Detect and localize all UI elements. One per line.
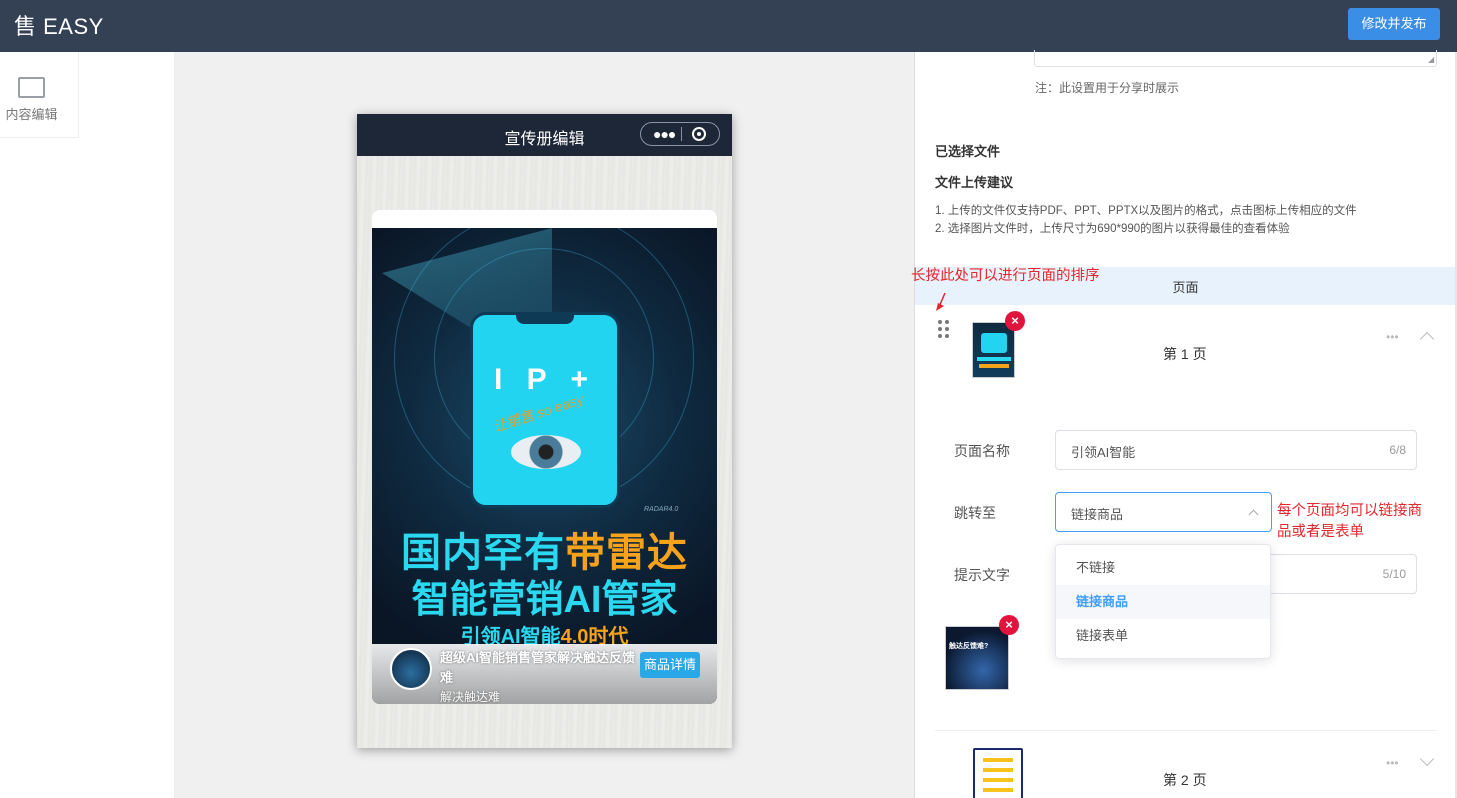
- chevron-up-icon[interactable]: [1419, 331, 1435, 347]
- jump-to-select[interactable]: 链接商品: [1055, 492, 1272, 532]
- phone-preview: 宣传册编辑 ●●● I P + 让销售 so easy RADAR4.0 国内罕…: [357, 114, 732, 748]
- eye-graphic: [511, 435, 581, 469]
- poster-radar-label: RADAR4.0: [644, 506, 679, 513]
- chevron-down-icon[interactable]: [1419, 751, 1435, 767]
- page-thumbnail[interactable]: [972, 322, 1015, 378]
- product-title: 超级AI智能销售管家解决触达反馈难: [440, 650, 636, 685]
- jump-to-dropdown: 不链接 链接商品 链接表单: [1055, 544, 1271, 659]
- page-label: 第 2 页: [1163, 772, 1207, 788]
- left-sidebar-bg-top: [79, 52, 174, 138]
- dropdown-option-link-product[interactable]: 链接商品: [1056, 585, 1270, 619]
- drag-handle-icon[interactable]: [936, 320, 950, 342]
- phone-notch: [516, 312, 574, 324]
- frame-icon: [18, 77, 45, 98]
- more-options-icon[interactable]: •••: [1386, 756, 1399, 770]
- phone-title-bar: 宣传册编辑 ●●●: [357, 114, 732, 156]
- selected-file-heading: 已选择文件: [935, 144, 1001, 159]
- poster-phone-graphic: I P + 让销售 so easy: [470, 312, 620, 508]
- dropdown-option-link-form[interactable]: 链接表单: [1056, 619, 1270, 653]
- page-thumbnail[interactable]: [973, 748, 1023, 798]
- upload-advice-heading: 文件上传建议: [935, 175, 1014, 190]
- top-bar: 售 EASY 修改并发布: [0, 0, 1457, 52]
- tip-image-thumbnail[interactable]: 触达反馈难?: [945, 626, 1009, 690]
- left-sidebar-bg: [0, 138, 174, 798]
- upload-advice-2: 2. 选择图片文件时，上传尺寸为690*990的图片以获得最佳的查看体验: [935, 223, 1290, 235]
- sidebar-item-label: 内容编辑: [5, 107, 58, 122]
- product-subtitle: 解决触达难: [440, 690, 501, 704]
- close-target-icon[interactable]: [692, 127, 706, 141]
- more-icon[interactable]: ●●●: [653, 126, 676, 142]
- sort-hint-annotation: 长按此处可以进行页面的排序: [911, 268, 1100, 284]
- share-description-textarea[interactable]: ◢: [1034, 50, 1437, 67]
- upload-advice-1: 1. 上传的文件仅支持PDF、PPT、PPTX以及图片的格式，点击图标上传相应的…: [935, 205, 1357, 217]
- more-options-icon[interactable]: •••: [1386, 330, 1399, 344]
- chevron-up-icon: [1248, 509, 1259, 520]
- miniprogram-capsule[interactable]: ●●●: [640, 122, 720, 146]
- product-overlay: 超级AI智能销售管家解决触达反馈难 解决触达难 商品详情: [372, 644, 717, 704]
- capsule-divider: [681, 127, 682, 141]
- settings-panel: ◢ 注：此设置用于分享时展示 已选择文件 文件上传建议 1. 上传的文件仅支持P…: [914, 50, 1457, 798]
- product-avatar: [390, 648, 432, 690]
- sidebar-item-content-edit[interactable]: 内容编辑: [0, 52, 79, 138]
- tip-text-label: 提示文字: [954, 567, 1010, 583]
- page-name-label: 页面名称: [954, 443, 1010, 459]
- dropdown-option-no-link[interactable]: 不链接: [1056, 551, 1270, 585]
- share-note: 注：此设置用于分享时展示: [1035, 81, 1180, 95]
- link-hint-annotation-1: 每个页面均可以链接商: [1277, 503, 1422, 519]
- poster-ip-text: I P +: [494, 363, 596, 396]
- tip-image-text: 触达反馈难?: [949, 643, 989, 650]
- product-detail-button[interactable]: 商品详情: [640, 652, 700, 678]
- divider: [935, 730, 1437, 731]
- publish-button[interactable]: 修改并发布: [1348, 8, 1440, 40]
- page-name-counter: 6/8: [1389, 443, 1406, 457]
- resize-handle-icon[interactable]: ◢: [1428, 55, 1434, 64]
- delete-image-icon[interactable]: ×: [999, 615, 1019, 635]
- arrow-icon: [936, 293, 946, 311]
- page-name-input[interactable]: 引领AI智能 6/8: [1055, 430, 1417, 470]
- page-card[interactable]: I P + 让销售 so easy RADAR4.0 国内罕有带雷达 智能营销A…: [372, 210, 717, 704]
- link-hint-annotation-2: 品或者是表单: [1277, 524, 1364, 540]
- page-label: 第 1 页: [1163, 346, 1207, 362]
- jump-to-value: 链接商品: [1071, 507, 1124, 522]
- tip-text-counter: 5/10: [1382, 567, 1406, 581]
- page-name-value: 引领AI智能: [1071, 445, 1136, 460]
- poster-headline-2: 智能营销AI管家: [411, 579, 678, 621]
- app-logo: 售 EASY: [14, 14, 104, 39]
- poster-image: I P + 让销售 so easy RADAR4.0 国内罕有带雷达 智能营销A…: [372, 228, 717, 704]
- jump-to-label: 跳转至: [954, 505, 996, 521]
- delete-page-icon[interactable]: ×: [1005, 311, 1025, 331]
